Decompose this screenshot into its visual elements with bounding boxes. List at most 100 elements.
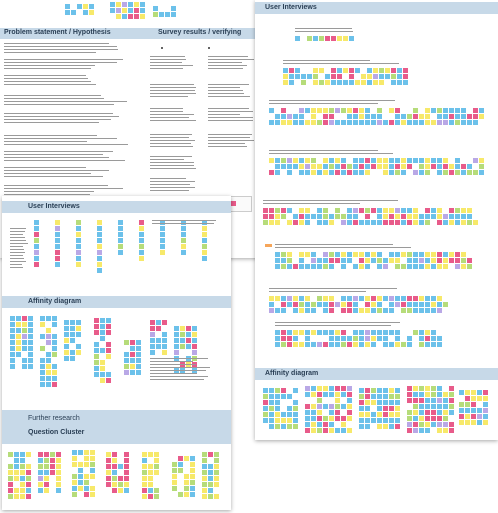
sticky-note <box>156 344 161 349</box>
sticky-note <box>395 252 400 257</box>
sticky-note <box>180 326 185 331</box>
sticky-note <box>76 238 81 243</box>
sticky-note <box>40 382 45 387</box>
text-line <box>10 237 25 238</box>
sticky-note <box>443 302 448 307</box>
sticky-note <box>377 424 382 429</box>
text-line <box>150 370 206 371</box>
sticky-note <box>335 258 340 263</box>
sticky-note <box>395 264 400 269</box>
sticky-note <box>148 494 153 499</box>
sticky-note <box>395 164 400 169</box>
sticky-note <box>162 338 167 343</box>
sticky-note <box>192 332 197 337</box>
sticky-note <box>139 220 144 225</box>
sticky-note <box>90 468 95 473</box>
sticky-note <box>130 364 135 369</box>
sticky-note <box>335 392 340 397</box>
sticky-note <box>371 388 376 393</box>
sticky-note <box>483 402 488 407</box>
sticky-note <box>365 214 370 219</box>
sticky-note <box>295 36 300 41</box>
sticky-note <box>148 488 153 493</box>
sticky-note <box>64 338 69 343</box>
sticky-note <box>449 114 454 119</box>
sticky-note <box>295 68 300 73</box>
sticky-note <box>395 158 400 163</box>
sticky-note <box>139 244 144 249</box>
text-line <box>4 173 91 174</box>
sticky-note <box>341 336 346 341</box>
sticky-note <box>425 264 430 269</box>
text-line <box>208 93 244 94</box>
sticky-note <box>162 344 167 349</box>
sticky-note <box>389 418 394 423</box>
sticky-note <box>287 120 292 125</box>
sticky-note <box>281 252 286 257</box>
sticky-note <box>281 302 286 307</box>
sticky-note <box>22 346 27 351</box>
sticky-note <box>437 220 442 225</box>
sticky-note <box>443 164 448 169</box>
sticky-note <box>16 352 21 357</box>
sticky-note <box>347 170 352 175</box>
sticky-note <box>202 452 207 457</box>
text-line <box>4 113 113 114</box>
sticky-note <box>305 330 310 335</box>
sticky-note <box>395 336 400 341</box>
sticky-note <box>94 342 99 347</box>
sticky-note <box>323 114 328 119</box>
sticky-note <box>10 322 15 327</box>
sticky-note <box>84 474 89 479</box>
sticky-note <box>275 264 280 269</box>
sticky-note <box>311 330 316 335</box>
sticky-note <box>154 458 159 463</box>
sticky-note <box>331 36 336 41</box>
sticky-note <box>307 74 312 79</box>
sticky-note <box>202 250 207 255</box>
sticky-note <box>353 220 358 225</box>
section-header-band: Problem statement / Hypothesis Survey re… <box>0 28 262 39</box>
text-line <box>4 144 128 145</box>
sticky-note <box>55 262 60 267</box>
sticky-note <box>287 406 292 411</box>
sticky-note <box>413 214 418 219</box>
sticky-note <box>407 264 412 269</box>
sticky-note <box>208 488 213 493</box>
sticky-note <box>184 486 189 491</box>
sticky-note <box>401 264 406 269</box>
sticky-note <box>377 418 382 423</box>
sticky-note <box>377 330 382 335</box>
sticky-note <box>347 108 352 113</box>
sticky-note <box>52 346 57 351</box>
sticky-note <box>192 326 197 331</box>
sticky-note <box>347 302 352 307</box>
sticky-note <box>72 492 77 497</box>
sticky-note <box>477 414 482 419</box>
sticky-note <box>305 416 310 421</box>
sticky-note <box>44 488 49 493</box>
sticky-note <box>389 342 394 347</box>
sticky-note <box>84 456 89 461</box>
sticky-note <box>172 480 177 485</box>
sticky-note <box>389 120 394 125</box>
sticky-note <box>365 388 370 393</box>
sticky-note <box>124 340 129 345</box>
sticky-note <box>431 422 436 427</box>
sticky-note <box>341 120 346 125</box>
sticky-note <box>443 404 448 409</box>
sticky-note <box>281 336 286 341</box>
sticky-note <box>389 252 394 257</box>
sticky-note <box>329 422 334 427</box>
sticky-note <box>160 226 165 231</box>
sticky-note <box>214 452 219 457</box>
sticky-note <box>355 68 360 73</box>
sticky-note <box>383 330 388 335</box>
sticky-note <box>419 214 424 219</box>
sticky-note <box>139 250 144 255</box>
sticky-note <box>365 394 370 399</box>
text-line <box>208 56 248 57</box>
sticky-note <box>305 296 310 301</box>
sticky-note <box>178 492 183 497</box>
sticky-note <box>437 214 442 219</box>
